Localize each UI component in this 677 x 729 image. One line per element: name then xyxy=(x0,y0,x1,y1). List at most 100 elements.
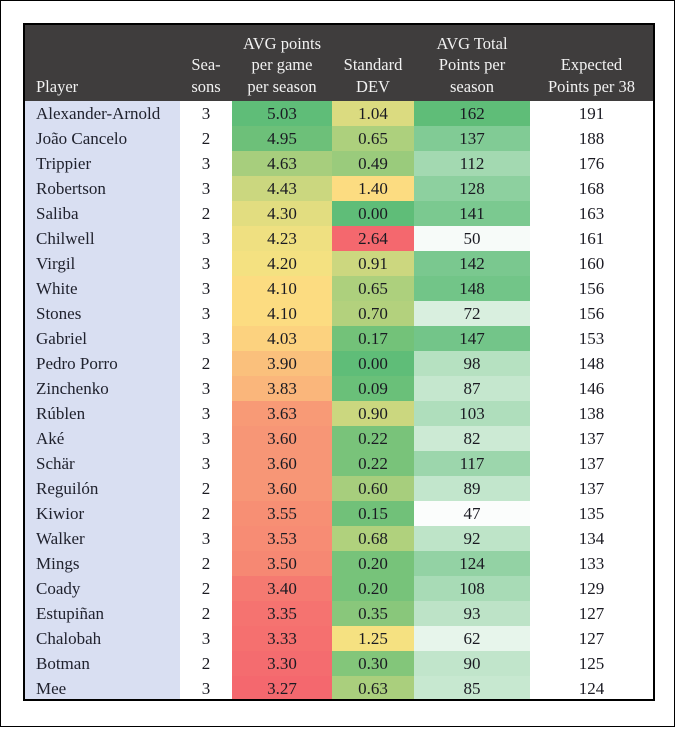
cell-seasons: 2 xyxy=(180,551,232,576)
cell-player: Robertson xyxy=(25,176,180,201)
cell-avgtot: 141 xyxy=(414,201,530,226)
column-header-seasons-label: Sea-sons xyxy=(191,55,221,96)
cell-avgtot: 148 xyxy=(414,276,530,301)
cell-player: Botman xyxy=(25,651,180,676)
cell-avgpg: 3.30 xyxy=(232,651,332,676)
cell-sd: 0.30 xyxy=(332,651,414,676)
table-row[interactable]: Walker 3 3.53 0.68 92 134 xyxy=(25,526,653,551)
cell-avgpg: 4.23 xyxy=(232,226,332,251)
cell-sd: 0.65 xyxy=(332,126,414,151)
cell-exp: 160 xyxy=(530,251,653,276)
cell-avgpg: 3.60 xyxy=(232,476,332,501)
cell-avgpg: 3.90 xyxy=(232,351,332,376)
table-body: Alexander-Arnold 3 5.03 1.04 162 191 João Canc… xyxy=(25,101,653,699)
cell-avgtot: 92 xyxy=(414,526,530,551)
cell-sd: 0.60 xyxy=(332,476,414,501)
table-row[interactable]: Rúblen 3 3.63 0.90 103 138 xyxy=(25,401,653,426)
cell-avgtot: 85 xyxy=(414,676,530,699)
table-row[interactable]: Mee 3 3.27 0.63 85 124 xyxy=(25,676,653,699)
cell-seasons: 3 xyxy=(180,376,232,401)
table-row[interactable]: Stones 3 4.10 0.70 72 156 xyxy=(25,301,653,326)
cell-sd: 0.35 xyxy=(332,601,414,626)
cell-sd: 0.49 xyxy=(332,151,414,176)
cell-seasons: 2 xyxy=(180,476,232,501)
table-row[interactable]: Virgil 3 4.20 0.91 142 160 xyxy=(25,251,653,276)
cell-avgpg: 4.30 xyxy=(232,201,332,226)
column-header-avg-total-points-label: AVG Total Points per season xyxy=(436,33,508,96)
cell-player: White xyxy=(25,276,180,301)
cell-avgtot: 47 xyxy=(414,501,530,526)
table-row[interactable]: Kiwior 2 3.55 0.15 47 135 xyxy=(25,501,653,526)
column-header-standard-dev-label: Standard DEV xyxy=(343,55,403,96)
cell-exp: 137 xyxy=(530,426,653,451)
table-row[interactable]: Estupiñan 2 3.35 0.35 93 127 xyxy=(25,601,653,626)
cell-exp: 156 xyxy=(530,301,653,326)
table-row[interactable]: Saliba 2 4.30 0.00 141 163 xyxy=(25,201,653,226)
cell-seasons: 2 xyxy=(180,126,232,151)
cell-avgpg: 3.63 xyxy=(232,401,332,426)
cell-sd: 1.04 xyxy=(332,101,414,126)
table-row[interactable]: Pedro Porro 2 3.90 0.00 98 148 xyxy=(25,351,653,376)
table-row[interactable]: Zinchenko 3 3.83 0.09 87 146 xyxy=(25,376,653,401)
column-header-avg-total-points[interactable]: AVG Total Points per season xyxy=(414,25,530,101)
cell-avgpg: 3.60 xyxy=(232,451,332,476)
cell-seasons: 3 xyxy=(180,626,232,651)
column-header-seasons[interactable]: Sea-sons xyxy=(180,25,232,101)
cell-exp: 153 xyxy=(530,326,653,351)
cell-avgtot: 90 xyxy=(414,651,530,676)
cell-exp: 127 xyxy=(530,626,653,651)
cell-player: Coady xyxy=(25,576,180,601)
cell-seasons: 2 xyxy=(180,601,232,626)
cell-avgtot: 124 xyxy=(414,551,530,576)
cell-player: Aké xyxy=(25,426,180,451)
table-row[interactable]: Alexander-Arnold 3 5.03 1.04 162 191 xyxy=(25,101,653,126)
table-row[interactable]: Schär 3 3.60 0.22 117 137 xyxy=(25,451,653,476)
cell-player: Kiwior xyxy=(25,501,180,526)
table-row[interactable]: Chalobah 3 3.33 1.25 62 127 xyxy=(25,626,653,651)
table-row[interactable]: Gabriel 3 4.03 0.17 147 153 xyxy=(25,326,653,351)
cell-avgpg: 4.10 xyxy=(232,301,332,326)
column-header-player[interactable]: Player xyxy=(25,25,180,101)
cell-player: Chilwell xyxy=(25,226,180,251)
cell-avgtot: 142 xyxy=(414,251,530,276)
column-header-avg-points-per-game[interactable]: AVG points per game per season xyxy=(232,25,332,101)
cell-exp: 135 xyxy=(530,501,653,526)
cell-avgtot: 112 xyxy=(414,151,530,176)
table-row[interactable]: Robertson 3 4.43 1.40 128 168 xyxy=(25,176,653,201)
cell-seasons: 3 xyxy=(180,276,232,301)
cell-sd: 0.22 xyxy=(332,451,414,476)
cell-seasons: 3 xyxy=(180,301,232,326)
table-row[interactable]: White 3 4.10 0.65 148 156 xyxy=(25,276,653,301)
cell-avgtot: 128 xyxy=(414,176,530,201)
cell-seasons: 3 xyxy=(180,326,232,351)
cell-exp: 137 xyxy=(530,451,653,476)
cell-avgpg: 3.83 xyxy=(232,376,332,401)
cell-sd: 0.20 xyxy=(332,551,414,576)
cell-sd: 0.00 xyxy=(332,201,414,226)
table-row[interactable]: Aké 3 3.60 0.22 82 137 xyxy=(25,426,653,451)
table-row[interactable]: Botman 2 3.30 0.30 90 125 xyxy=(25,651,653,676)
cell-avgpg: 3.35 xyxy=(232,601,332,626)
table-row[interactable]: Mings 2 3.50 0.20 124 133 xyxy=(25,551,653,576)
column-header-standard-dev[interactable]: Standard DEV xyxy=(332,25,414,101)
table-row[interactable]: Reguilón 2 3.60 0.60 89 137 xyxy=(25,476,653,501)
cell-seasons: 3 xyxy=(180,401,232,426)
cell-player: Trippier xyxy=(25,151,180,176)
cell-exp: 125 xyxy=(530,651,653,676)
page-frame: Player Sea-sons AVG points per game per se… xyxy=(0,0,675,727)
cell-sd: 0.00 xyxy=(332,351,414,376)
cell-seasons: 3 xyxy=(180,526,232,551)
cell-sd: 0.09 xyxy=(332,376,414,401)
table-row[interactable]: João Cancelo 2 4.95 0.65 137 188 xyxy=(25,126,653,151)
cell-avgtot: 89 xyxy=(414,476,530,501)
cell-avgtot: 98 xyxy=(414,351,530,376)
cell-sd: 0.22 xyxy=(332,426,414,451)
column-header-expected-points-38[interactable]: Expected Points per 38 xyxy=(530,25,653,101)
column-header-expected-points-38-label: Expected Points per 38 xyxy=(547,55,636,96)
table-row[interactable]: Trippier 3 4.63 0.49 112 176 xyxy=(25,151,653,176)
cell-exp: 146 xyxy=(530,376,653,401)
table-row[interactable]: Chilwell 3 4.23 2.64 50 161 xyxy=(25,226,653,251)
cell-seasons: 3 xyxy=(180,676,232,699)
cell-sd: 0.20 xyxy=(332,576,414,601)
table-row[interactable]: Coady 2 3.40 0.20 108 129 xyxy=(25,576,653,601)
